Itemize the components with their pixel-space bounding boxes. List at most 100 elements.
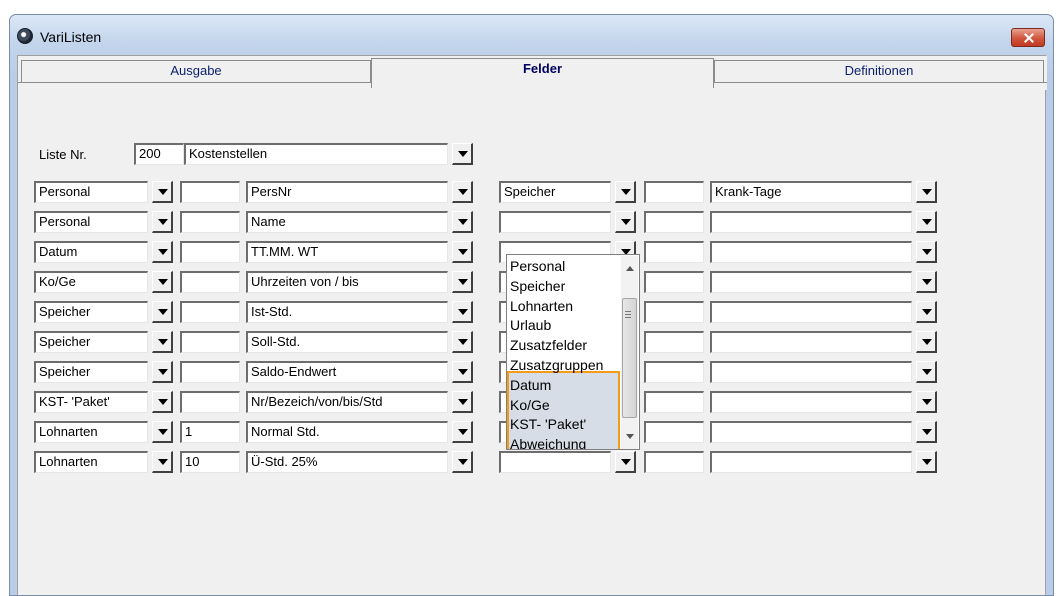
left-name-field[interactable]: Uhrzeiten von / bis (246, 271, 448, 293)
right-name-dropdown[interactable] (916, 271, 937, 293)
left-name-dropdown[interactable] (452, 241, 473, 263)
left-type-dropdown[interactable] (152, 361, 173, 383)
left-name-field[interactable]: Saldo-Endwert (246, 361, 448, 383)
right-name-field[interactable] (710, 241, 912, 263)
scroll-down-icon[interactable] (626, 434, 634, 439)
left-name-field[interactable]: Normal Std. (246, 421, 448, 443)
left-number-field[interactable] (180, 181, 240, 203)
list-name-dropdown[interactable] (452, 143, 473, 165)
right-type-field[interactable] (499, 451, 611, 473)
right-type-dropdown[interactable] (615, 211, 636, 233)
left-type-field[interactable]: Lohnarten (34, 421, 148, 443)
left-name-field[interactable]: Nr/Bezeich/von/bis/Std (246, 391, 448, 413)
right-name-dropdown[interactable] (916, 361, 937, 383)
right-name-field[interactable] (710, 421, 912, 443)
close-button[interactable] (1011, 28, 1045, 47)
right-name-dropdown[interactable] (916, 331, 937, 353)
title-bar[interactable]: VariListen (10, 15, 1053, 55)
left-type-field[interactable]: Datum (34, 241, 148, 263)
left-number-field[interactable] (180, 331, 240, 353)
left-type-dropdown[interactable] (152, 421, 173, 443)
left-number-field[interactable] (180, 241, 240, 263)
tab-felder[interactable]: Felder (371, 58, 714, 88)
left-number-field[interactable] (180, 301, 240, 323)
left-name-dropdown[interactable] (452, 391, 473, 413)
right-number-field[interactable] (644, 391, 704, 413)
scroll-up-icon[interactable] (626, 266, 634, 271)
dropdown-item[interactable]: Datum (510, 377, 551, 393)
left-name-dropdown[interactable] (452, 271, 473, 293)
left-type-dropdown[interactable] (152, 331, 173, 353)
left-number-field[interactable] (180, 391, 240, 413)
left-type-field[interactable]: Lohnarten (34, 451, 148, 473)
left-name-dropdown[interactable] (452, 301, 473, 323)
left-type-field[interactable]: Personal (34, 181, 148, 203)
left-number-field[interactable]: 10 (180, 451, 240, 473)
left-type-field[interactable]: Ko/Ge (34, 271, 148, 293)
left-type-field[interactable]: KST- 'Paket' (34, 391, 148, 413)
right-name-field[interactable] (710, 361, 912, 383)
left-type-dropdown[interactable] (152, 271, 173, 293)
left-name-dropdown[interactable] (452, 181, 473, 203)
left-name-field[interactable]: Name (246, 211, 448, 233)
dropdown-item[interactable]: Lohnarten (510, 298, 573, 314)
right-number-field[interactable] (644, 421, 704, 443)
tab-ausgabe[interactable]: Ausgabe (21, 60, 371, 82)
left-name-field[interactable]: Ist-Std. (246, 301, 448, 323)
left-name-dropdown[interactable] (452, 451, 473, 473)
right-name-field[interactable] (710, 301, 912, 323)
right-number-field[interactable] (644, 271, 704, 293)
left-type-dropdown[interactable] (152, 241, 173, 263)
right-type-dropdown[interactable] (615, 181, 636, 203)
right-name-dropdown[interactable] (916, 241, 937, 263)
right-number-field[interactable] (644, 331, 704, 353)
dropdown-item[interactable]: Urlaub (510, 317, 551, 333)
scroll-thumb[interactable] (622, 298, 637, 418)
right-name-dropdown[interactable] (916, 181, 937, 203)
right-name-dropdown[interactable] (916, 451, 937, 473)
left-number-field[interactable] (180, 211, 240, 233)
left-number-field[interactable] (180, 271, 240, 293)
dropdown-scrollbar[interactable] (621, 256, 638, 449)
dropdown-item[interactable]: Speicher (510, 278, 565, 294)
dropdown-item[interactable]: KST- 'Paket' (510, 416, 586, 432)
right-name-field[interactable] (710, 391, 912, 413)
right-name-dropdown[interactable] (916, 211, 937, 233)
left-type-dropdown[interactable] (152, 301, 173, 323)
right-name-field[interactable] (710, 331, 912, 353)
right-number-field[interactable] (644, 211, 704, 233)
list-name-input[interactable]: Kostenstellen (184, 143, 448, 165)
left-number-field[interactable] (180, 361, 240, 383)
right-name-dropdown[interactable] (916, 421, 937, 443)
right-number-field[interactable] (644, 451, 704, 473)
left-type-dropdown[interactable] (152, 391, 173, 413)
right-type-dropdown[interactable] (615, 451, 636, 473)
left-type-field[interactable]: Speicher (34, 361, 148, 383)
type-dropdown-list[interactable]: Personal Speicher Lohnarten Urlaub Zusatzfel… (506, 254, 640, 450)
right-name-field[interactable]: Krank-Tage (710, 181, 912, 203)
right-type-field[interactable] (499, 211, 611, 233)
dropdown-item[interactable]: Abweichung (510, 436, 586, 449)
dropdown-item[interactable]: Zusatzfelder (510, 337, 587, 353)
left-name-field[interactable]: Ü-Std. 25% (246, 451, 448, 473)
list-number-input[interactable]: 200 (134, 143, 184, 165)
dropdown-item[interactable]: Ko/Ge (510, 397, 550, 413)
left-name-dropdown[interactable] (452, 421, 473, 443)
right-name-dropdown[interactable] (916, 391, 937, 413)
left-type-dropdown[interactable] (152, 451, 173, 473)
left-type-dropdown[interactable] (152, 181, 173, 203)
left-type-field[interactable]: Personal (34, 211, 148, 233)
right-name-field[interactable] (710, 451, 912, 473)
right-type-field[interactable]: Speicher (499, 181, 611, 203)
left-name-field[interactable]: PersNr (246, 181, 448, 203)
right-number-field[interactable] (644, 241, 704, 263)
dropdown-item[interactable]: Zusatzgruppen (510, 357, 603, 373)
right-number-field[interactable] (644, 181, 704, 203)
right-name-field[interactable] (710, 271, 912, 293)
right-number-field[interactable] (644, 361, 704, 383)
left-type-dropdown[interactable] (152, 211, 173, 233)
right-name-dropdown[interactable] (916, 301, 937, 323)
tab-definitionen[interactable]: Definitionen (714, 60, 1044, 82)
dropdown-item[interactable]: Personal (510, 258, 565, 274)
left-name-field[interactable]: Soll-Std. (246, 331, 448, 353)
